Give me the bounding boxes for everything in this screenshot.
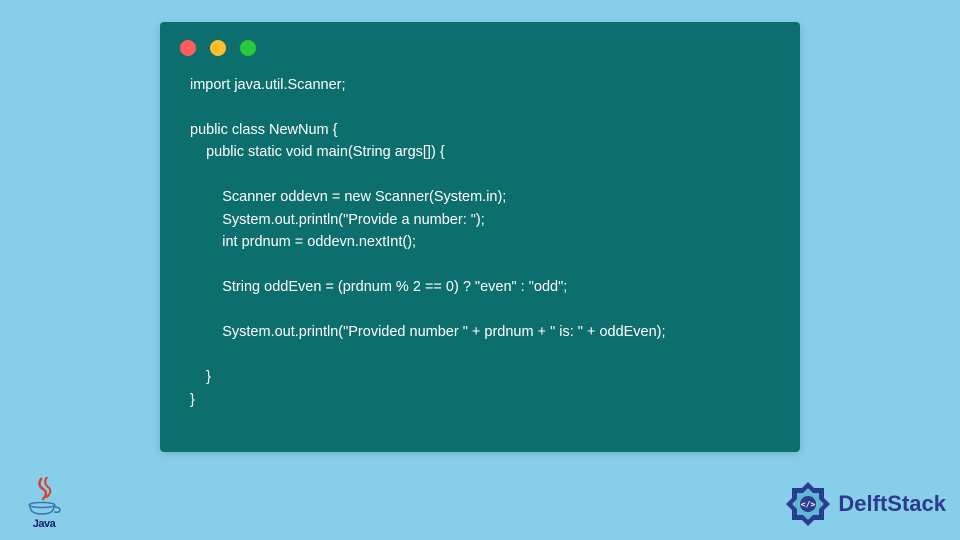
code-line: Scanner oddevn = new Scanner(System.in); bbox=[190, 189, 506, 205]
code-block: import java.util.Scanner; public class N… bbox=[160, 66, 800, 431]
code-line: System.out.println("Provide a number: ")… bbox=[190, 212, 485, 228]
close-icon[interactable] bbox=[180, 40, 196, 56]
code-line: } bbox=[190, 369, 211, 385]
java-cup-icon bbox=[26, 501, 62, 517]
svg-text:</>: </> bbox=[801, 500, 816, 509]
code-line: int prdnum = oddevn.nextInt(); bbox=[190, 234, 416, 250]
code-line: import java.util.Scanner; bbox=[190, 77, 346, 93]
code-line: String oddEven = (prdnum % 2 == 0) ? "ev… bbox=[190, 279, 567, 295]
delftstack-logo-label: DelftStack bbox=[838, 491, 946, 517]
minimize-icon[interactable] bbox=[210, 40, 226, 56]
code-line: System.out.println("Provided number " + … bbox=[190, 324, 666, 340]
window-controls bbox=[160, 22, 800, 66]
java-logo-label: Java bbox=[33, 518, 55, 530]
code-line: public class NewNum { bbox=[190, 122, 337, 138]
delftstack-logo: </> DelftStack bbox=[784, 480, 946, 528]
code-window: import java.util.Scanner; public class N… bbox=[160, 22, 800, 452]
java-logo: Java bbox=[18, 470, 70, 530]
code-line: public static void main(String args[]) { bbox=[190, 144, 445, 160]
java-steam-icon bbox=[31, 477, 57, 501]
delftstack-emblem-icon: </> bbox=[784, 480, 832, 528]
code-line: } bbox=[190, 392, 195, 408]
maximize-icon[interactable] bbox=[240, 40, 256, 56]
